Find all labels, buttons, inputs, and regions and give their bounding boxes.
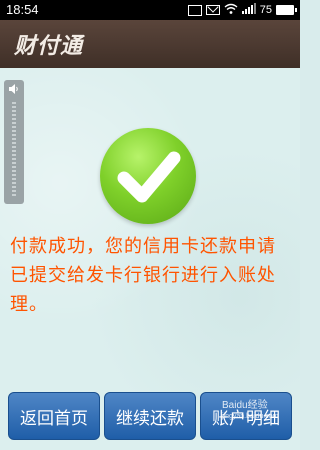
speaker-icon [8,83,20,95]
status-icons: 75 [187,3,297,17]
app-logo: 财付通 [14,34,84,59]
image-icon [187,4,202,16]
app-header: 财付通 [0,20,300,68]
wifi-icon [224,3,238,17]
main-content: 付款成功，您的信用卡还款申请已提交给发卡行银行进行入账处理。 返回首页 继续还款… [0,68,300,450]
mail-icon [205,5,220,15]
success-message: 付款成功，您的信用卡还款申请已提交给发卡行银行进行入账处理。 [10,236,276,315]
volume-track[interactable] [12,102,16,198]
checkmark-icon [100,128,196,224]
status-bar: 18:54 75 [0,0,300,20]
watermark-text: Baidu经验 [222,400,268,411]
status-time: 18:54 [6,2,39,17]
watermark: Baidu经验 jingyan.baidu.com [222,396,296,426]
battery-icon [276,5,297,15]
back-home-button[interactable]: 返回首页 [8,392,100,440]
battery-level-text: 75 [259,4,272,16]
watermark-url: jingyan.baidu.com [222,413,279,420]
signal-icon [241,3,256,17]
volume-slider[interactable] [4,80,24,204]
continue-repay-button[interactable]: 继续还款 [104,392,196,440]
